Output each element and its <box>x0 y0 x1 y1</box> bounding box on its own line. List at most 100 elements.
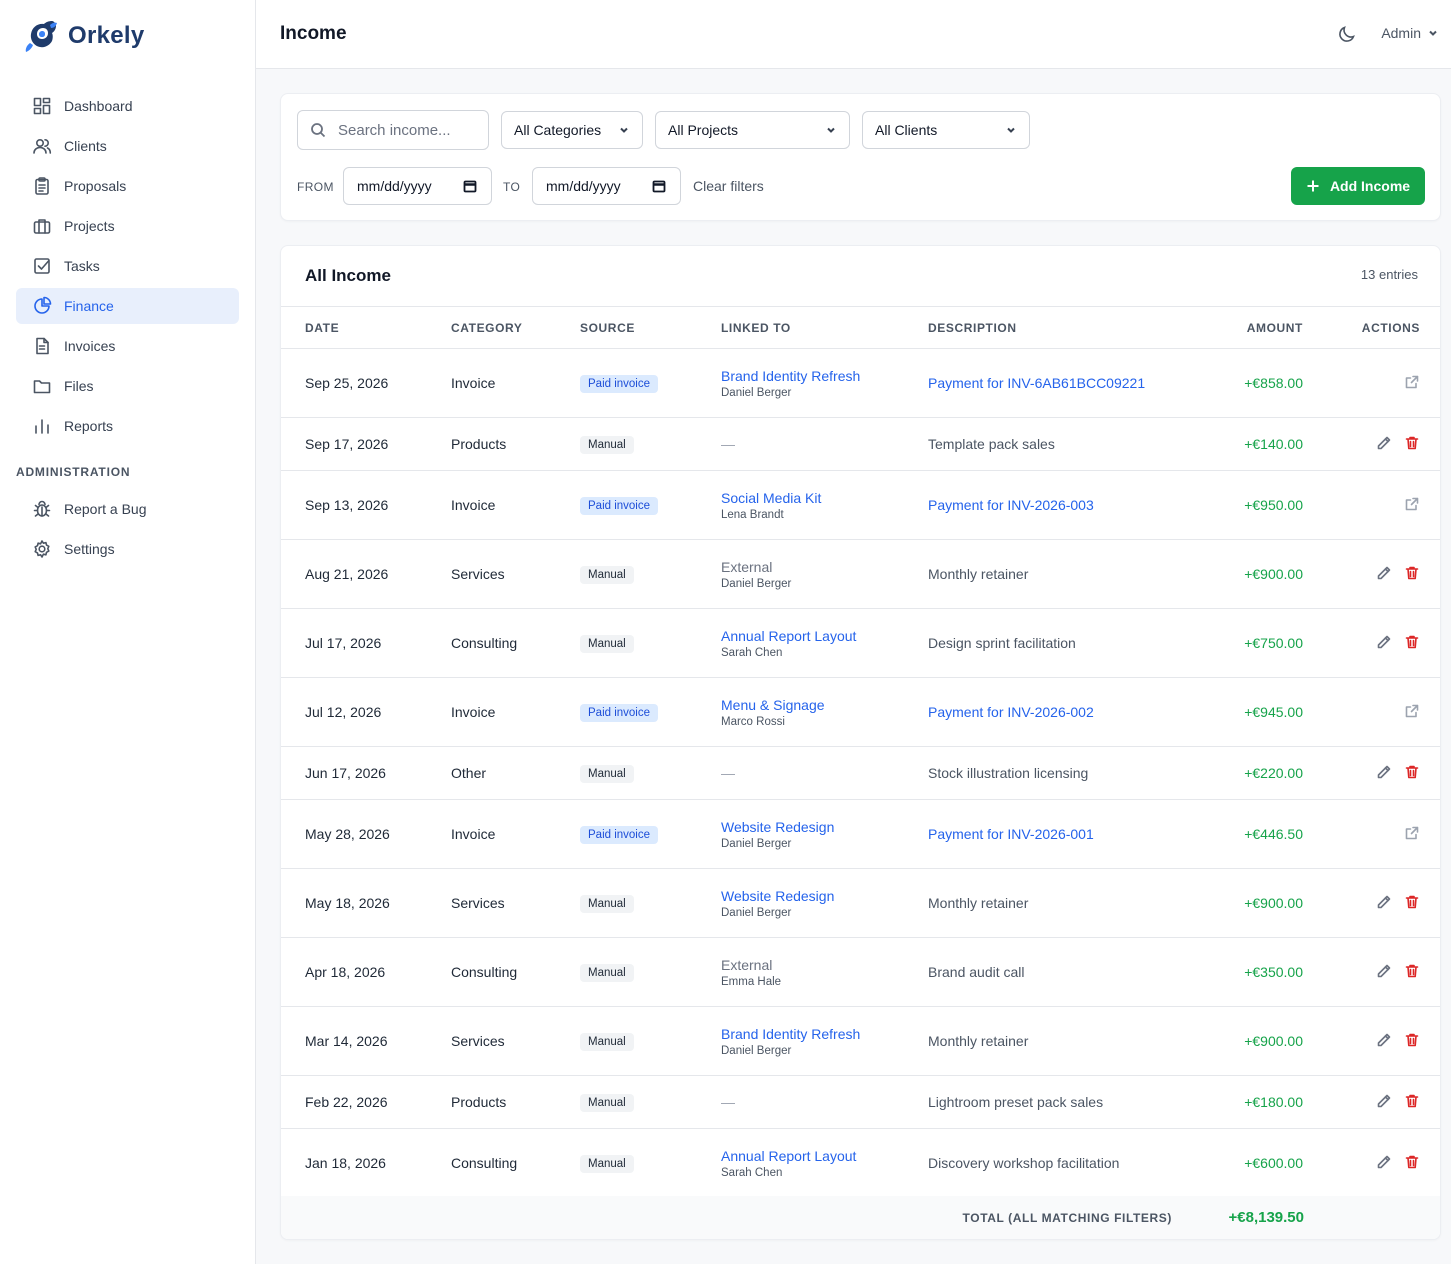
linked-project-link[interactable]: Annual Report Layout <box>721 1148 928 1164</box>
amount-value: +€900.00 <box>1244 1033 1303 1049</box>
sidebar-item-proposals[interactable]: Proposals <box>16 168 239 204</box>
edit-icon[interactable] <box>1376 1093 1392 1109</box>
linked-project-link[interactable]: Brand Identity Refresh <box>721 368 928 384</box>
cell-category: Products <box>451 1075 580 1129</box>
edit-icon[interactable] <box>1376 1154 1392 1170</box>
edit-icon[interactable] <box>1376 1032 1392 1048</box>
edit-icon[interactable] <box>1376 963 1392 979</box>
cell-amount: +€900.00 <box>1158 868 1303 938</box>
column-header-amount[interactable]: AMOUNT <box>1158 307 1303 349</box>
trash-icon[interactable] <box>1404 764 1420 780</box>
trash-icon[interactable] <box>1404 1093 1420 1109</box>
cell-source: Manual <box>580 608 721 678</box>
cell-amount: +€220.00 <box>1158 746 1303 800</box>
trash-icon[interactable] <box>1404 565 1420 581</box>
trash-icon[interactable] <box>1404 963 1420 979</box>
client-select[interactable]: All Clients <box>862 111 1030 149</box>
row-actions <box>1404 496 1420 512</box>
cell-date: Jun 17, 2026 <box>281 746 451 800</box>
add-income-button[interactable]: Add Income <box>1291 167 1425 205</box>
cell-linked: External Emma Hale <box>721 937 928 1007</box>
external-link-icon[interactable] <box>1404 825 1420 841</box>
description-link[interactable]: Payment for INV-6AB61BCC09221 <box>928 375 1145 391</box>
cell-category: Consulting <box>451 608 580 678</box>
sidebar-item-dashboard[interactable]: Dashboard <box>16 88 239 124</box>
table-header-row: DATE CATEGORY SOURCE LINKED TO DESCRIPTI… <box>281 306 1440 349</box>
amount-value: +€180.00 <box>1244 1094 1303 1110</box>
linked-project-link[interactable]: Brand Identity Refresh <box>721 1026 928 1042</box>
cell-linked: Brand Identity Refresh Daniel Berger <box>721 348 928 418</box>
column-header-description[interactable]: DESCRIPTION <box>928 307 1158 349</box>
sidebar: Orkely Dashboard Clients Proposals Proje… <box>0 0 256 1264</box>
external-link-icon[interactable] <box>1404 374 1420 390</box>
column-header-source[interactable]: SOURCE <box>580 307 721 349</box>
sidebar-item-label: Clients <box>64 138 107 154</box>
to-date-input[interactable]: mm/dd/yyyy <box>532 167 681 205</box>
edit-icon[interactable] <box>1376 894 1392 910</box>
description-link[interactable]: Payment for INV-2026-002 <box>928 704 1094 720</box>
cell-source: Paid invoice <box>580 470 721 540</box>
cell-date: Jul 12, 2026 <box>281 677 451 747</box>
project-select[interactable]: All Projects <box>655 111 850 149</box>
source-badge: Manual <box>580 1093 634 1112</box>
trash-icon[interactable] <box>1404 435 1420 451</box>
linked-project-link[interactable]: Website Redesign <box>721 888 928 904</box>
sidebar-item-finance[interactable]: Finance <box>16 288 239 324</box>
linked-project-link[interactable]: Menu & Signage <box>721 697 928 713</box>
from-date-input[interactable]: mm/dd/yyyy <box>343 167 492 205</box>
description-text: Lightroom preset pack sales <box>928 1094 1104 1110</box>
brand[interactable]: Orkely <box>24 16 145 56</box>
source-badge: Paid invoice <box>580 496 659 515</box>
edit-icon[interactable] <box>1376 435 1392 451</box>
sidebar-item-report-bug[interactable]: Report a Bug <box>16 491 239 527</box>
amount-value: +€750.00 <box>1244 635 1303 651</box>
external-link-icon[interactable] <box>1404 703 1420 719</box>
row-actions <box>1404 703 1420 719</box>
cell-description: Discovery workshop facilitation <box>928 1128 1158 1198</box>
trash-icon[interactable] <box>1404 894 1420 910</box>
linked-project-link[interactable]: Annual Report Layout <box>721 628 928 644</box>
row-actions <box>1376 634 1420 650</box>
dark-mode-toggle[interactable] <box>1337 24 1357 44</box>
cell-amount: +€750.00 <box>1158 608 1303 678</box>
trash-icon[interactable] <box>1404 1154 1420 1170</box>
trash-icon[interactable] <box>1404 1032 1420 1048</box>
cell-amount: +€900.00 <box>1158 539 1303 609</box>
cell-source: Manual <box>580 1006 721 1076</box>
sidebar-item-label: Projects <box>64 218 115 234</box>
search-box[interactable] <box>297 110 489 150</box>
edit-icon[interactable] <box>1376 634 1392 650</box>
cell-description: Brand audit call <box>928 937 1158 1007</box>
sidebar-item-settings[interactable]: Settings <box>16 531 239 567</box>
sidebar-item-projects[interactable]: Projects <box>16 208 239 244</box>
sidebar-item-files[interactable]: Files <box>16 368 239 404</box>
edit-icon[interactable] <box>1376 764 1392 780</box>
sidebar-item-invoices[interactable]: Invoices <box>16 328 239 364</box>
sidebar-item-label: Dashboard <box>64 98 133 114</box>
cell-category: Invoice <box>451 470 580 540</box>
cell-category: Services <box>451 539 580 609</box>
search-input[interactable] <box>338 121 478 139</box>
description-link[interactable]: Payment for INV-2026-001 <box>928 826 1094 842</box>
sidebar-item-reports[interactable]: Reports <box>16 408 239 444</box>
source-badge: Manual <box>580 1032 634 1051</box>
source-badge: Paid invoice <box>580 703 659 722</box>
column-header-category[interactable]: CATEGORY <box>451 307 580 349</box>
trash-icon[interactable] <box>1404 634 1420 650</box>
cell-source: Manual <box>580 1075 721 1129</box>
edit-icon[interactable] <box>1376 565 1392 581</box>
cell-source: Manual <box>580 746 721 800</box>
cell-date: May 28, 2026 <box>281 799 451 869</box>
sidebar-item-clients[interactable]: Clients <box>16 128 239 164</box>
column-header-linked[interactable]: LINKED TO <box>721 307 928 349</box>
user-menu[interactable]: Admin <box>1381 25 1439 41</box>
external-link-icon[interactable] <box>1404 496 1420 512</box>
category-select[interactable]: All Categories <box>501 111 643 149</box>
sidebar-item-tasks[interactable]: Tasks <box>16 248 239 284</box>
clear-filters-button[interactable]: Clear filters <box>693 178 764 194</box>
column-header-date[interactable]: DATE <box>281 307 451 349</box>
linked-project-link[interactable]: Website Redesign <box>721 819 928 835</box>
description-text: Monthly retainer <box>928 1033 1029 1049</box>
description-link[interactable]: Payment for INV-2026-003 <box>928 497 1094 513</box>
linked-project-link[interactable]: Social Media Kit <box>721 490 928 506</box>
